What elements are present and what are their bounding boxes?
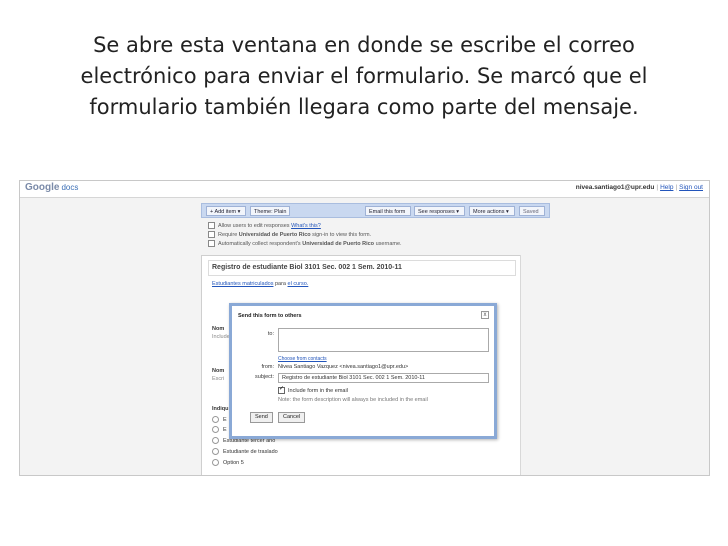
- dialog-title: Send this form to others: [238, 313, 302, 319]
- theme-button[interactable]: Theme: Plain: [250, 206, 290, 216]
- radio-icon[interactable]: [212, 448, 219, 455]
- add-item-label: Add item: [214, 209, 237, 215]
- checkbox-icon[interactable]: [208, 222, 215, 229]
- require-label-pre: Require: [218, 231, 238, 238]
- option-row[interactable]: E: [212, 416, 227, 423]
- option-row[interactable]: E: [212, 426, 227, 433]
- collect-label-pre: Automatically collect respondent's: [218, 240, 301, 247]
- sign-out-link[interactable]: Sign out: [679, 184, 703, 191]
- allow-edit-option[interactable]: Allow users to edit responses What's thi…: [208, 222, 321, 229]
- see-responses-label: See responses: [418, 209, 455, 215]
- theme-label: Theme: Plain: [254, 209, 287, 215]
- from-label: from:: [261, 364, 274, 370]
- question-1-help: Include: [212, 334, 230, 340]
- user-email: nivea.santiago1@upr.edu: [575, 184, 655, 191]
- question-2-label: Nom: [212, 368, 225, 374]
- checkbox-icon[interactable]: [208, 231, 215, 238]
- checkbox-icon[interactable]: [208, 240, 215, 247]
- collect-username-option[interactable]: Automatically collect respondent's Unive…: [208, 240, 402, 247]
- more-actions-button[interactable]: More actions ▾: [469, 206, 515, 216]
- caption-line-2: electrónico para enviar el formulario. S…: [80, 64, 648, 88]
- slide-caption: Se abre esta ventana en donde se escribe…: [20, 30, 708, 123]
- dialog-note: Note: the form description will always b…: [278, 397, 428, 403]
- question-1-label: Nom: [212, 326, 225, 332]
- require-label-org: Universidad de Puerto Rico: [238, 231, 311, 238]
- from-value[interactable]: Nivea Santiago Vazquez <nivea.santiago1@…: [278, 364, 408, 370]
- close-icon[interactable]: x: [481, 311, 489, 319]
- email-form-button[interactable]: Email this form: [365, 206, 411, 216]
- cancel-button[interactable]: Cancel: [278, 412, 306, 423]
- require-signin-option[interactable]: Require Universidad de Puerto Rico sign-…: [208, 231, 371, 238]
- whats-this-link[interactable]: What's this?: [291, 223, 321, 229]
- radio-icon[interactable]: [212, 426, 219, 433]
- help-link[interactable]: Help: [660, 184, 673, 191]
- more-actions-label: More actions: [473, 209, 505, 215]
- collect-label-org: Universidad de Puerto Rico: [302, 240, 375, 247]
- option-label: E: [223, 416, 227, 423]
- collect-label-post: username.: [375, 240, 402, 247]
- option-row[interactable]: Option 5: [212, 459, 244, 466]
- subject-label: subject:: [255, 374, 274, 380]
- add-item-button[interactable]: + Add item ▾: [206, 206, 246, 216]
- include-form-label: Include form in the email: [288, 387, 348, 394]
- require-label-post: sign-in to view this form.: [312, 231, 372, 238]
- saved-label: Saved: [523, 209, 539, 215]
- option-label: E: [223, 426, 227, 433]
- option-label: Estudiante de traslado: [223, 448, 278, 455]
- logo-sub-text: docs: [61, 183, 79, 192]
- radio-icon[interactable]: [212, 416, 219, 423]
- google-docs-logo[interactable]: Google docs: [25, 182, 78, 193]
- email-form-label: Email this form: [369, 209, 406, 215]
- see-responses-button[interactable]: See responses ▾: [414, 206, 465, 216]
- send-button[interactable]: Send: [250, 412, 273, 423]
- divider: [520, 255, 521, 475]
- to-label: to:: [267, 331, 274, 337]
- desc-link-2[interactable]: el curso.: [288, 281, 309, 287]
- logo-text: Google: [25, 182, 60, 193]
- app-header: Google docs nivea.santiago1@upr.edu | Help |…: [20, 181, 709, 198]
- subject-input[interactable]: Registro de estudiante Biol 3101 Sec. 00…: [278, 373, 489, 383]
- to-input[interactable]: [278, 328, 489, 352]
- form-toolbar: + Add item ▾ Theme: Plain Email this for…: [201, 203, 550, 218]
- form-title: Registro de estudiante Biol 3101 Sec. 00…: [212, 264, 402, 271]
- user-links: nivea.santiago1@upr.edu | Help | Sign out: [576, 184, 703, 191]
- caption-line-3: formulario también llegara como parte de…: [89, 95, 639, 119]
- radio-icon[interactable]: [212, 437, 219, 444]
- include-form-option[interactable]: Include form in the email: [278, 385, 348, 394]
- question-3-label: Indiqu: [212, 406, 229, 412]
- choose-contacts-link[interactable]: Choose from contacts: [278, 356, 327, 362]
- browser-screenshot: Google docs nivea.santiago1@upr.edu | Help |…: [19, 180, 710, 476]
- form-description: Estudiantes matriculados para el curso.: [212, 281, 308, 287]
- allow-edit-label: Allow users to edit responses: [218, 222, 290, 229]
- saved-button[interactable]: Saved: [519, 206, 545, 216]
- radio-icon[interactable]: [212, 459, 219, 466]
- desc-link[interactable]: Estudiantes matriculados: [212, 281, 273, 287]
- caption-line-1: Se abre esta ventana en donde se escribe…: [93, 33, 635, 57]
- send-form-dialog: Send this form to others x to: Choose fr…: [229, 303, 497, 439]
- option-row[interactable]: Estudiante de traslado: [212, 448, 278, 455]
- separator: |: [675, 184, 678, 191]
- desc-text: para: [274, 281, 286, 287]
- question-2-help: Escri: [212, 376, 225, 382]
- separator: |: [656, 184, 659, 191]
- checkbox-checked-icon[interactable]: [278, 385, 285, 394]
- option-label: Option 5: [223, 459, 244, 466]
